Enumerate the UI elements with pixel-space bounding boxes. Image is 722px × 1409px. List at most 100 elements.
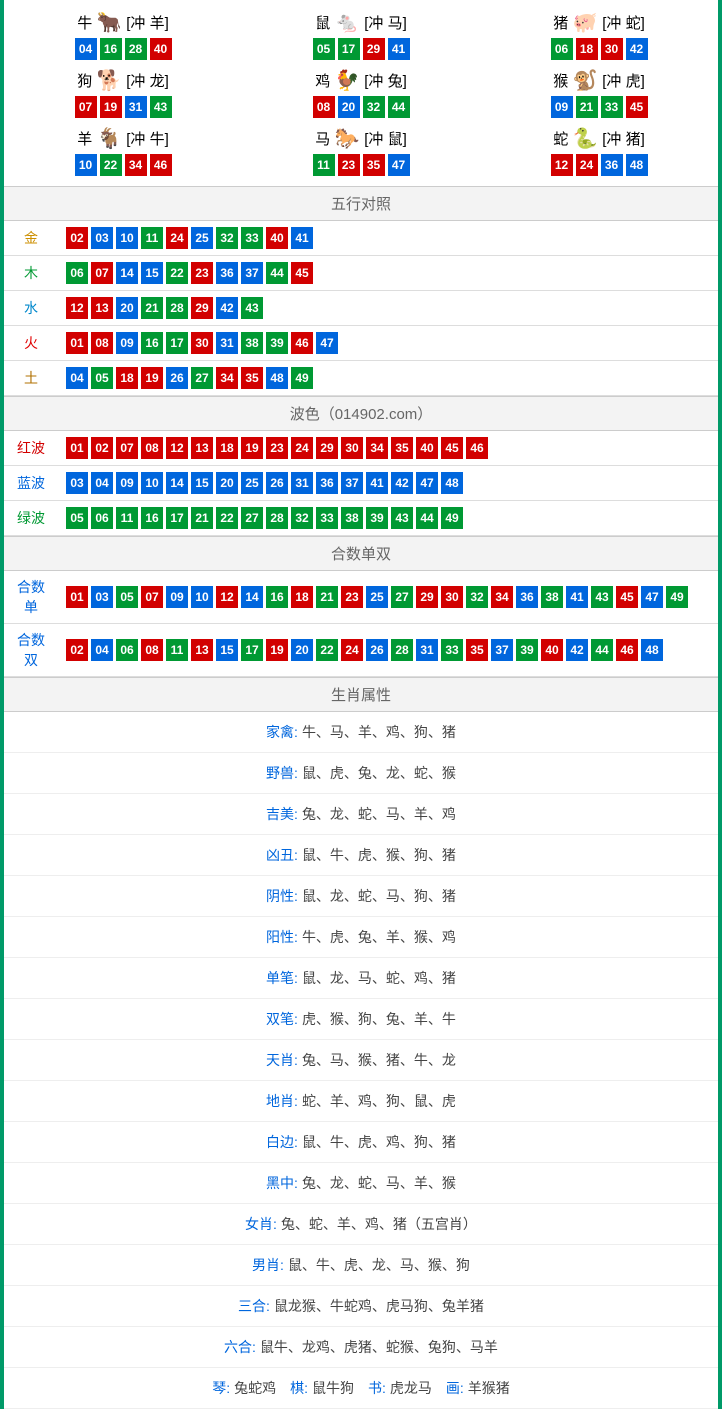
number-ball: 46 xyxy=(150,154,172,176)
zodiac-name: 羊 xyxy=(77,128,92,149)
number-ball: 29 xyxy=(363,38,385,60)
wuxing-table: 金02031011242532334041木060714152223363744… xyxy=(4,221,718,396)
attr-value: 兔、龙、蛇、马、羊、猴 xyxy=(302,1175,456,1191)
number-ball: 33 xyxy=(316,507,338,529)
number-ball: 05 xyxy=(313,38,335,60)
attr-key: 书: xyxy=(368,1380,386,1396)
row-label: 金 xyxy=(4,221,58,256)
zodiac-conflict: [冲 羊] xyxy=(126,12,169,33)
number-ball: 08 xyxy=(141,639,163,661)
number-ball: 28 xyxy=(266,507,288,529)
attr-value: 鼠龙猴、牛蛇鸡、虎马狗、兔羊猪 xyxy=(274,1298,484,1314)
number-ball: 42 xyxy=(391,472,413,494)
number-ball: 11 xyxy=(166,639,188,661)
attr-value: 鼠、牛、虎、鸡、狗、猪 xyxy=(302,1134,456,1150)
number-ball: 37 xyxy=(491,639,513,661)
number-ball: 43 xyxy=(241,297,263,319)
attr-value: 鼠、龙、马、蛇、鸡、猪 xyxy=(302,970,456,986)
attr-key: 地肖: xyxy=(266,1093,298,1109)
number-ball: 45 xyxy=(616,586,638,608)
attr-value: 虎、猴、狗、兔、羊、牛 xyxy=(302,1011,456,1027)
number-ball: 03 xyxy=(91,586,113,608)
number-ball: 48 xyxy=(441,472,463,494)
number-ball: 31 xyxy=(125,96,147,118)
number-ball: 17 xyxy=(338,38,360,60)
row-balls: 0204060811131517192022242628313335373940… xyxy=(58,624,718,677)
number-ball: 25 xyxy=(366,586,388,608)
zodiac-balls: 06183042 xyxy=(480,38,718,60)
zodiac-conflict: [冲 兔] xyxy=(364,70,407,91)
zodiac-grid: 牛🐂[冲 羊]04162840鼠🐁[冲 马]05172941猪🐖[冲 蛇]061… xyxy=(4,0,718,186)
table-row: 土04051819262734354849 xyxy=(4,361,718,396)
attr-key: 凶丑: xyxy=(266,847,298,863)
zodiac-icon: 🐎 xyxy=(332,126,362,150)
number-ball: 48 xyxy=(266,367,288,389)
number-ball: 13 xyxy=(191,437,213,459)
zodiac-name: 马 xyxy=(315,128,330,149)
zodiac-conflict: [冲 猪] xyxy=(602,128,645,149)
attr-key: 阳性: xyxy=(266,929,298,945)
number-ball: 03 xyxy=(91,227,113,249)
number-ball: 08 xyxy=(141,437,163,459)
number-ball: 19 xyxy=(141,367,163,389)
number-ball: 07 xyxy=(91,262,113,284)
number-ball: 41 xyxy=(366,472,388,494)
number-ball: 47 xyxy=(316,332,338,354)
row-balls: 1213202128294243 xyxy=(58,291,718,326)
number-ball: 47 xyxy=(388,154,410,176)
table-row: 蓝波03040910141520252631363741424748 xyxy=(4,466,718,501)
row-label: 火 xyxy=(4,326,58,361)
number-ball: 30 xyxy=(601,38,623,60)
number-ball: 43 xyxy=(591,586,613,608)
attr-row: 凶丑:鼠、牛、虎、猴、狗、猪 xyxy=(4,835,718,876)
attr-value: 鼠、牛、虎、猴、狗、猪 xyxy=(302,847,456,863)
number-ball: 30 xyxy=(341,437,363,459)
number-ball: 04 xyxy=(91,472,113,494)
number-ball: 06 xyxy=(551,38,573,60)
number-ball: 30 xyxy=(441,586,463,608)
row-balls: 05061116172122272832333839434449 xyxy=(58,501,718,536)
attr-value: 鼠、牛、虎、龙、马、猴、狗 xyxy=(288,1257,470,1273)
row-label: 合数双 xyxy=(4,624,58,677)
number-ball: 46 xyxy=(466,437,488,459)
zodiac-cell: 马🐎[冲 鼠]11233547 xyxy=(242,122,480,180)
number-ball: 44 xyxy=(266,262,288,284)
number-ball: 47 xyxy=(416,472,438,494)
number-ball: 02 xyxy=(91,437,113,459)
number-ball: 11 xyxy=(116,507,138,529)
number-ball: 10 xyxy=(75,154,97,176)
zodiac-balls: 09213345 xyxy=(480,96,718,118)
attr-row: 双笔:虎、猴、狗、兔、羊、牛 xyxy=(4,999,718,1040)
attr-key: 六合: xyxy=(224,1339,256,1355)
number-ball: 17 xyxy=(166,332,188,354)
number-ball: 04 xyxy=(91,639,113,661)
zodiac-icon: 🐓 xyxy=(332,68,362,92)
number-ball: 27 xyxy=(241,507,263,529)
number-ball: 35 xyxy=(241,367,263,389)
attr-row: 阴性:鼠、龙、蛇、马、狗、猪 xyxy=(4,876,718,917)
number-ball: 42 xyxy=(566,639,588,661)
number-ball: 06 xyxy=(116,639,138,661)
zodiac-header: 牛🐂[冲 羊] xyxy=(4,10,242,34)
attr-key: 黑中: xyxy=(266,1175,298,1191)
number-ball: 15 xyxy=(141,262,163,284)
number-ball: 36 xyxy=(316,472,338,494)
attr-value: 鼠牛狗 xyxy=(312,1380,354,1396)
number-ball: 32 xyxy=(363,96,385,118)
zodiac-conflict: [冲 虎] xyxy=(602,70,645,91)
number-ball: 22 xyxy=(166,262,188,284)
number-ball: 09 xyxy=(166,586,188,608)
zodiac-cell: 猪🐖[冲 蛇]06183042 xyxy=(480,6,718,64)
number-ball: 37 xyxy=(241,262,263,284)
number-ball: 24 xyxy=(341,639,363,661)
attr-key: 天肖: xyxy=(266,1052,298,1068)
row-label: 合数单 xyxy=(4,571,58,624)
zodiac-balls: 04162840 xyxy=(4,38,242,60)
section-header-heshu: 合数单双 xyxy=(4,536,718,571)
number-ball: 13 xyxy=(191,639,213,661)
attr-key: 男肖: xyxy=(252,1257,284,1273)
number-ball: 27 xyxy=(191,367,213,389)
number-ball: 38 xyxy=(241,332,263,354)
number-ball: 09 xyxy=(551,96,573,118)
number-ball: 43 xyxy=(150,96,172,118)
